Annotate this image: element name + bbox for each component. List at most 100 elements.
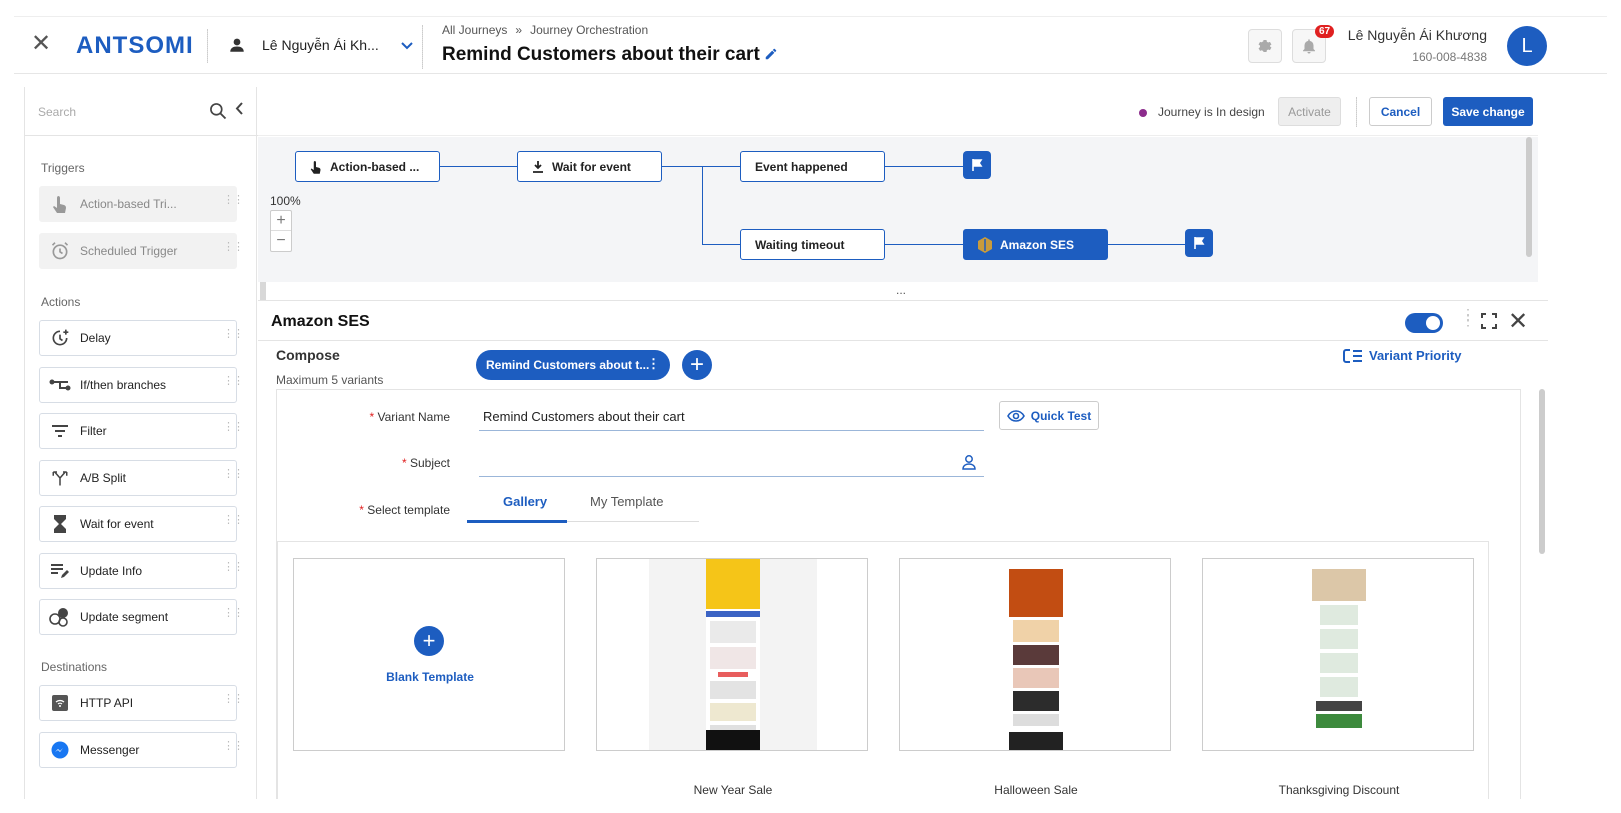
avatar[interactable]: L (1507, 26, 1547, 66)
close-panel-icon[interactable]: ✕ (1508, 307, 1528, 336)
node-waiting-timeout[interactable]: Waiting timeout (740, 229, 885, 260)
template-card-new-year[interactable]: New Year Sale (596, 558, 868, 797)
fullscreen-icon[interactable] (1481, 313, 1497, 332)
settings-button[interactable] (1248, 29, 1282, 63)
template-card-thanksgiving[interactable]: Thanksgiving Discount (1202, 558, 1474, 797)
messenger-icon (40, 741, 80, 759)
end-flag-icon[interactable] (1185, 229, 1213, 257)
branch-icon (40, 378, 80, 392)
panel-divider: ⋮ ⋮ (1461, 306, 1475, 328)
active-tab-indicator (467, 520, 567, 523)
compose-heading: Compose (276, 347, 340, 363)
node-event-happened[interactable]: Event happened (740, 151, 885, 182)
drag-handle-icon[interactable]: ⋮⋮ (223, 422, 244, 433)
save-change-button[interactable]: Save change (1443, 97, 1533, 126)
touch-icon (310, 160, 321, 174)
page-title: Remind Customers about their cart (442, 44, 760, 65)
resize-handle[interactable]: ... (896, 283, 906, 297)
tab-my-template[interactable]: My Template (590, 494, 663, 509)
journey-status: Journey is In design (1158, 105, 1265, 119)
drag-handle-icon[interactable]: ⋮⋮ (223, 329, 244, 340)
collapse-sidebar-icon[interactable] (235, 102, 244, 119)
node-label: Action-based ... (330, 159, 420, 174)
sidebar-item-filter[interactable]: Filter ⋮⋮ (39, 413, 244, 449)
drag-handle-icon[interactable]: ⋮⋮ (223, 562, 244, 573)
split-icon (40, 469, 80, 487)
drag-handle-icon[interactable]: ⋮⋮ (223, 741, 244, 752)
drag-handle-icon[interactable]: ⋮⋮ (223, 469, 244, 480)
download-icon (533, 160, 543, 173)
cancel-button[interactable]: Cancel (1369, 97, 1432, 126)
node-palette-sidebar: Search Triggers Action-based Tri... ⋮⋮ S… (24, 87, 266, 799)
sidebar-item-update-segment[interactable]: Update segment ⋮⋮ (39, 599, 244, 635)
breadcrumb: All Journeys » Journey Orchestration (442, 23, 648, 37)
variant-tab-label: Remind Customers about t... (486, 358, 650, 372)
connector-line (702, 244, 742, 245)
quick-test-button[interactable]: Quick Test (999, 401, 1099, 430)
sidebar-item-label: Action-based Tri... (80, 197, 177, 211)
segment-icon (40, 607, 80, 627)
tab-gallery[interactable]: Gallery (503, 494, 547, 509)
sidebar-item-if-then-branches[interactable]: If/then branches ⋮⋮ (39, 367, 244, 403)
enable-toggle[interactable] (1405, 313, 1443, 333)
search-icon[interactable] (208, 101, 228, 124)
zoom-controls: + − (270, 210, 292, 252)
sidebar-item-label: Delay (80, 331, 111, 345)
zoom-in-button[interactable]: + (271, 211, 291, 231)
drag-handle-icon[interactable]: ⋮⋮ (223, 515, 244, 526)
activate-button[interactable]: Activate (1278, 97, 1341, 126)
sidebar-item-label: Wait for event (80, 517, 154, 531)
sidebar-item-label: Filter (80, 424, 107, 438)
drag-handle-icon[interactable]: ⋮⋮ (223, 376, 244, 387)
journey-canvas[interactable]: Action-based ... Wait for event Event ha… (258, 137, 1538, 282)
connector-line (884, 166, 964, 167)
brand-logo: ANTSOMI (76, 32, 194, 59)
node-amazon-ses[interactable]: Amazon SES (963, 229, 1108, 260)
template-card-halloween[interactable]: Halloween Sale (899, 558, 1171, 797)
breadcrumb-all-journeys[interactable]: All Journeys (442, 23, 507, 37)
node-label: Event happened (755, 159, 848, 174)
sidebar-item-update-info[interactable]: Update Info ⋮⋮ (39, 553, 244, 589)
person-icon (230, 38, 244, 52)
search-input[interactable]: Search (38, 105, 76, 119)
panel-divider-line (258, 340, 1548, 341)
personalize-person-icon[interactable] (962, 454, 976, 473)
sidebar-item-ab-split[interactable]: A/B Split ⋮⋮ (39, 460, 244, 496)
variant-tab[interactable]: Remind Customers about t... ⋮ (476, 350, 670, 380)
variant-name-input[interactable]: Remind Customers about their cart (483, 409, 685, 424)
section-actions: Actions (41, 295, 81, 309)
node-label: Wait for event (552, 159, 631, 174)
close-icon[interactable]: ✕ (31, 32, 51, 56)
canvas-scrollbar[interactable] (1526, 137, 1532, 257)
variant-priority-button[interactable]: Variant Priority (1343, 348, 1461, 363)
sidebar-item-http-api[interactable]: HTTP API ⋮⋮ (39, 685, 244, 721)
add-variant-button[interactable]: + (682, 350, 712, 380)
more-vert-icon[interactable]: ⋮ (647, 356, 660, 372)
select-template-label: * Select template (359, 503, 450, 517)
sidebar-item-label: A/B Split (80, 471, 127, 485)
template-card-blank[interactable]: + Blank Template (293, 558, 565, 751)
header-divider (207, 29, 208, 63)
variant-name-label: * Variant Name (369, 410, 451, 424)
sidebar-item-delay[interactable]: Delay ⋮⋮ (39, 320, 244, 356)
gear-icon (1258, 40, 1272, 52)
account-name: Lê Nguyễn Ái Kh... (262, 37, 379, 53)
zoom-out-button[interactable]: − (271, 231, 291, 251)
breadcrumb-journey-orchestration[interactable]: Journey Orchestration (530, 23, 648, 37)
section-triggers: Triggers (41, 161, 85, 175)
subject-input[interactable] (479, 476, 984, 477)
variant-form: * Variant Name Remind Customers about th… (276, 389, 1521, 799)
drag-handle-icon[interactable]: ⋮⋮ (223, 608, 244, 619)
panel-scrollbar[interactable] (1539, 389, 1545, 554)
sidebar-search: Search (25, 87, 258, 136)
delay-icon (40, 328, 80, 348)
edit-title-icon[interactable] (764, 47, 778, 64)
api-icon (40, 695, 80, 711)
account-switcher[interactable]: Lê Nguyễn Ái Kh... (228, 36, 429, 54)
drag-handle-icon[interactable]: ⋮⋮ (223, 694, 244, 705)
node-wait-for-event[interactable]: Wait for event (517, 151, 662, 182)
node-trigger[interactable]: Action-based ... (295, 151, 440, 182)
sidebar-item-messenger[interactable]: Messenger ⋮⋮ (39, 732, 244, 768)
end-flag-icon[interactable] (963, 151, 991, 179)
sidebar-item-wait-for-event[interactable]: Wait for event ⋮⋮ (39, 506, 244, 542)
